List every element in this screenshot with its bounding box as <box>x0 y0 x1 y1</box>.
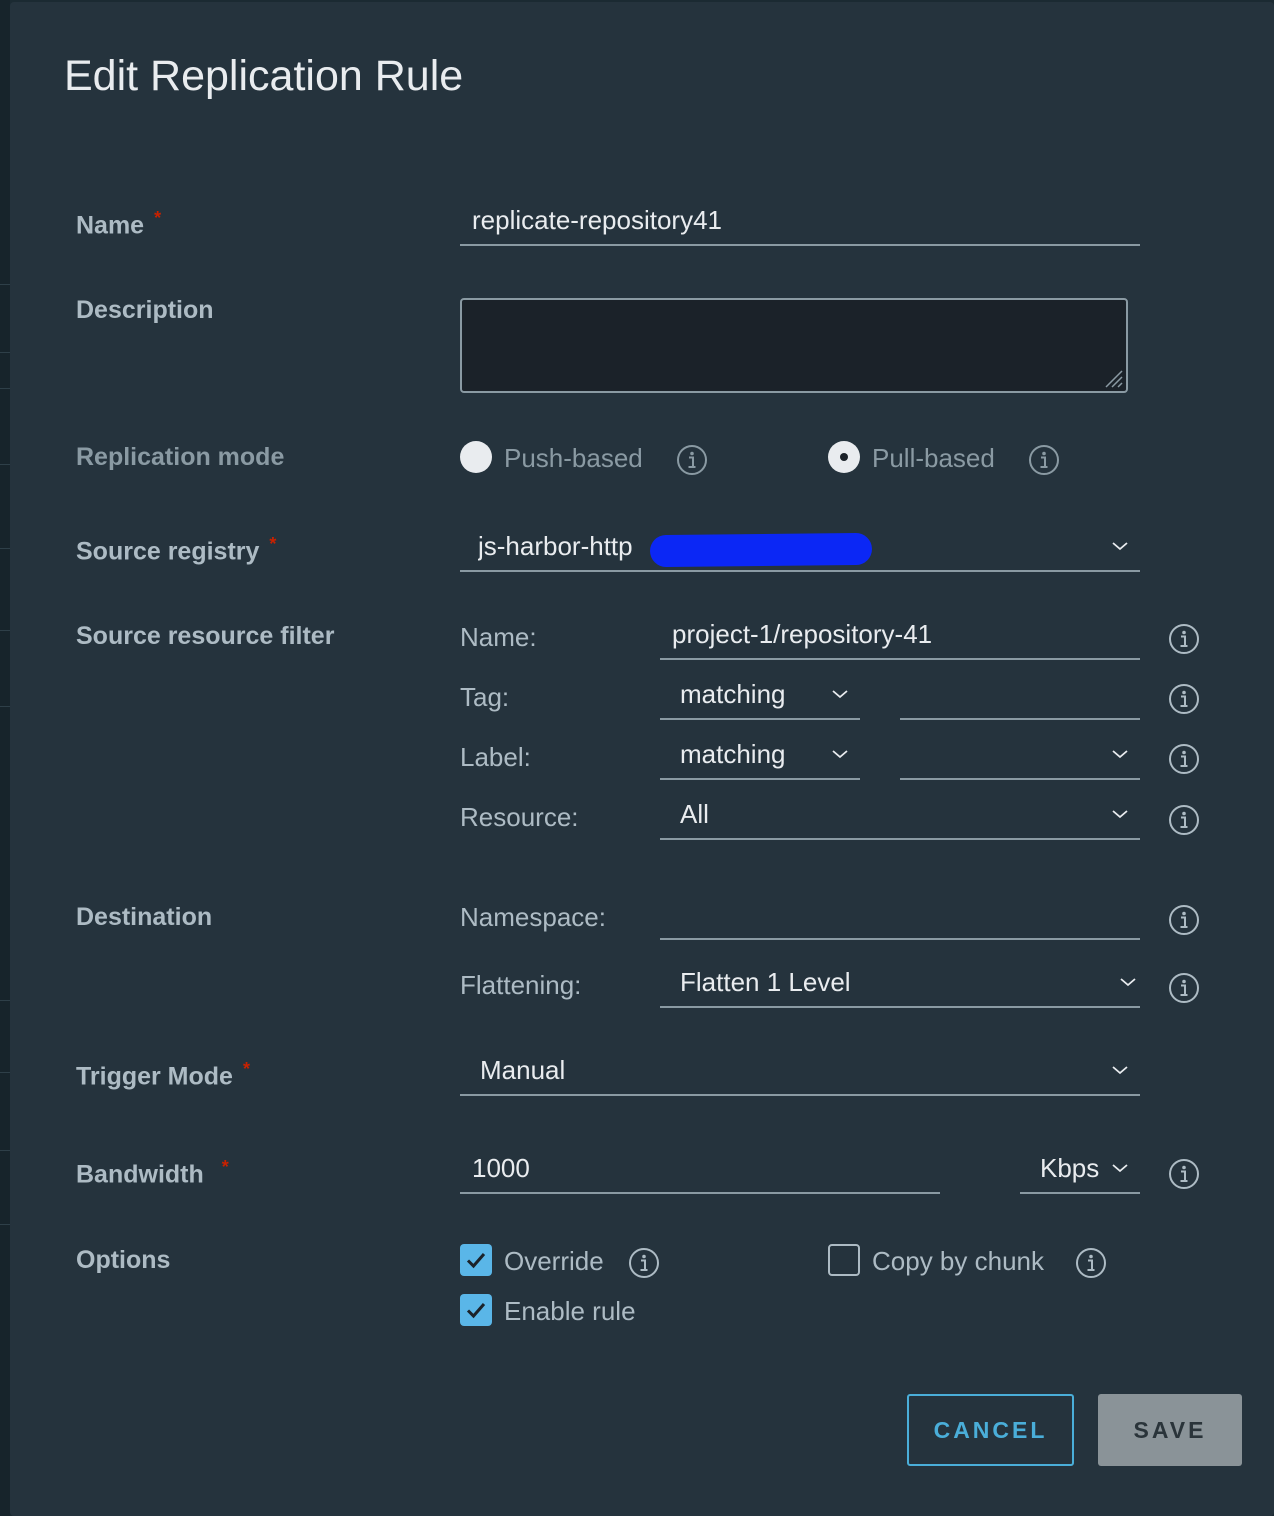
info-icon[interactable] <box>1168 804 1200 836</box>
filter-resource-label: Resource: <box>460 802 579 832</box>
destination-label: Destination <box>76 903 213 931</box>
bandwidth-input[interactable]: 1000 <box>460 1148 940 1194</box>
radio-selected-dot <box>840 453 848 461</box>
source-registry-label: Source registry * <box>76 534 277 566</box>
override-label: Override <box>504 1246 604 1276</box>
tag-match-select[interactable]: matching <box>660 674 860 720</box>
required-mark: * <box>269 534 277 554</box>
info-icon[interactable] <box>1168 623 1200 655</box>
chevron-down-icon <box>1112 542 1128 551</box>
flattening-label: Flattening: <box>460 970 582 1000</box>
page-backdrop <box>0 0 10 1516</box>
dialog-title: Edit Replication Rule <box>64 52 464 100</box>
redaction-mark <box>649 532 873 568</box>
filter-tag-label: Tag: <box>460 682 510 712</box>
cancel-button[interactable]: CANCEL <box>907 1394 1074 1466</box>
label-match-select[interactable]: matching <box>660 734 860 780</box>
name-input[interactable]: replicate-repository41 <box>460 200 1140 246</box>
chevron-down-icon <box>1112 750 1128 759</box>
options-label: Options <box>76 1246 171 1274</box>
push-based-radio[interactable] <box>460 441 492 473</box>
pull-based-radio[interactable] <box>828 441 860 473</box>
copy-by-chunk-checkbox[interactable] <box>828 1244 860 1276</box>
bandwidth-unit-select[interactable]: Kbps <box>1020 1148 1140 1194</box>
trigger-mode-label: Trigger Mode * <box>76 1059 250 1091</box>
trigger-mode-select[interactable]: Manual <box>460 1050 1140 1096</box>
resource-select[interactable]: All <box>660 794 1140 840</box>
filter-name-input[interactable]: project-1/repository-41 <box>660 614 1140 660</box>
edit-replication-rule-dialog: Edit Replication Rule Name * replicate-re… <box>10 2 1274 1516</box>
namespace-input[interactable] <box>660 894 1140 940</box>
enable-rule-label: Enable rule <box>504 1296 636 1326</box>
required-mark: * <box>221 1157 229 1177</box>
checkmark-icon <box>466 1253 486 1269</box>
pull-based-label: Pull-based <box>872 443 995 473</box>
copy-by-chunk-label: Copy by chunk <box>872 1246 1044 1276</box>
description-label: Description <box>76 296 214 324</box>
info-icon[interactable] <box>1168 904 1200 936</box>
chevron-down-icon <box>1120 978 1136 987</box>
flattening-select[interactable]: Flatten 1 Level <box>660 962 1140 1008</box>
replication-mode-label: Replication mode <box>76 443 285 471</box>
info-icon[interactable] <box>1075 1247 1107 1279</box>
namespace-label: Namespace: <box>460 902 606 932</box>
name-label: Name * <box>76 208 162 240</box>
source-resource-filter-label: Source resource filter <box>76 622 335 650</box>
filter-name-label: Name: <box>460 622 537 652</box>
info-icon[interactable] <box>1028 444 1060 476</box>
required-mark: * <box>154 208 162 228</box>
chevron-down-icon <box>832 690 848 699</box>
bandwidth-label: Bandwidth * <box>76 1157 229 1189</box>
info-icon[interactable] <box>1168 1158 1200 1190</box>
override-checkbox[interactable] <box>460 1244 492 1276</box>
chevron-down-icon <box>1112 810 1128 819</box>
info-icon[interactable] <box>1168 683 1200 715</box>
save-button[interactable]: SAVE <box>1098 1394 1242 1466</box>
label-value-select[interactable] <box>900 734 1140 780</box>
push-based-label: Push-based <box>504 443 643 473</box>
info-icon[interactable] <box>676 444 708 476</box>
info-icon[interactable] <box>1168 972 1200 1004</box>
chevron-down-icon <box>832 750 848 759</box>
tag-pattern-input[interactable] <box>900 674 1140 720</box>
info-icon[interactable] <box>628 1247 660 1279</box>
chevron-down-icon <box>1112 1164 1128 1173</box>
filter-label-label: Label: <box>460 742 531 772</box>
required-mark: * <box>242 1059 250 1079</box>
description-textarea[interactable] <box>460 298 1128 393</box>
chevron-down-icon <box>1112 1066 1128 1075</box>
info-icon[interactable] <box>1168 743 1200 775</box>
enable-rule-checkbox[interactable] <box>460 1294 492 1326</box>
resize-grip-icon[interactable] <box>1098 363 1124 389</box>
checkmark-icon <box>466 1303 486 1319</box>
